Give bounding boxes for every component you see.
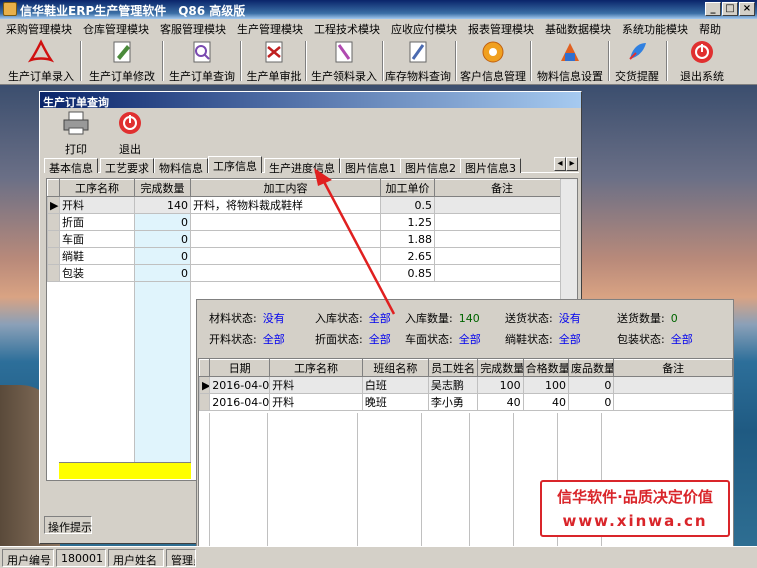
toolbar-inventory-query[interactable]: 库存物料查询	[385, 39, 451, 83]
col-unit-price[interactable]: 加工单价	[380, 179, 435, 197]
minimize-button[interactable]: _	[705, 2, 721, 16]
table-row[interactable]: ▶ 2016-04-02 开料 白班 吴志鹏 100 100 0	[198, 376, 733, 394]
exit-power-icon	[119, 112, 141, 134]
tab-material-info[interactable]: 物料信息	[154, 158, 208, 175]
user-no-value: 180001	[56, 549, 106, 567]
status-warehouse-in: 入库状态: 全部	[315, 312, 391, 325]
user-name-value: 管理员	[166, 549, 196, 567]
table-row[interactable]: 包装 0 0.85	[47, 264, 570, 282]
qty-column-filler	[135, 282, 191, 462]
row-indicator-header	[47, 179, 60, 197]
toolbar-order-entry[interactable]: 生产订单录入	[6, 39, 76, 83]
col-process-name[interactable]: 工序名称	[269, 359, 363, 377]
edit-document-icon	[113, 41, 131, 63]
table-row[interactable]: 车面 0 1.88	[47, 230, 570, 248]
title-bar: 信华鞋业ERP生产管理软件 Q86 高级版 _ □ ×	[0, 0, 757, 19]
tab-basic-info[interactable]: 基本信息	[44, 158, 98, 175]
col-completed-qty[interactable]: 完成数量	[477, 359, 524, 377]
menu-purchase[interactable]: 采购管理模块	[0, 19, 77, 37]
menu-system[interactable]: 系统功能模块	[616, 19, 693, 37]
status-delivery: 送货状态: 没有	[505, 312, 581, 325]
menu-bar: 采购管理模块 仓库管理模块 客服管理模块 生产管理模块 工程技术模块 应收应付模块 报表管理…	[0, 19, 757, 37]
material-settings-icon	[561, 43, 579, 61]
menu-warehouse[interactable]: 仓库管理模块	[77, 19, 154, 37]
status-folding: 折面状态: 全部	[315, 333, 391, 346]
status-cutting: 开料状态: 全部	[209, 333, 285, 346]
toolbar-material-settings[interactable]: 物料信息设置	[535, 39, 605, 83]
menu-help[interactable]: 帮助	[693, 19, 726, 37]
tab-strip: 基本信息 工艺要求 物料信息 工序信息 生产进度信息 图片信息1 图片信息2 图…	[44, 156, 579, 175]
watermark-slogan: 信华软件·品质决定价值	[557, 488, 713, 506]
window-title: 生产订单查询	[40, 92, 581, 109]
menu-base-data[interactable]: 基础数据模块	[539, 19, 616, 37]
col-completed-qty[interactable]: 完成数量	[134, 179, 191, 197]
approve-document-icon	[265, 41, 283, 63]
toolbar-exit-system[interactable]: 退出系统	[672, 39, 732, 83]
print-button[interactable]: 打印	[56, 110, 96, 156]
toolbar-material-requisition[interactable]: 生产领料录入	[308, 39, 380, 83]
summary-row	[59, 462, 191, 479]
col-employee-name[interactable]: 员工姓名	[427, 359, 479, 377]
main-toolbar: 生产订单录入 生产订单修改 生产订单查询 生产单审批 生产领料录入 库存物料查询…	[0, 37, 757, 85]
status-lasting: 绱鞋状态: 全部	[505, 333, 581, 346]
status-bar: 用户编号 180001 用户姓名 管理员	[0, 546, 757, 568]
maximize-button[interactable]: □	[722, 2, 738, 16]
brand-watermark: 信华软件·品质决定价值 www.xinwa.cn	[540, 480, 730, 537]
inventory-query-icon	[409, 41, 426, 63]
col-qualified-qty[interactable]: 合格数量	[522, 359, 570, 377]
status-packing: 包装状态: 全部	[617, 333, 693, 346]
col-processing-content[interactable]: 加工内容	[190, 179, 381, 197]
col-process-name[interactable]: 工序名称	[59, 179, 135, 197]
toolbar-order-approval[interactable]: 生产单审批	[244, 39, 304, 83]
watermark-url: www.xinwa.cn	[562, 512, 708, 530]
menu-reports[interactable]: 报表管理模块	[462, 19, 539, 37]
material-requisition-icon	[335, 41, 353, 63]
status-delivery-qty: 送货数量: 0	[617, 312, 678, 325]
status-material: 材料状态: 没有	[209, 312, 285, 325]
status-warehouse-in-qty: 入库数量: 140	[405, 312, 480, 325]
table-row[interactable]: 绱鞋 0 2.65	[47, 247, 570, 265]
operation-hint: 操作提示	[44, 516, 92, 534]
user-no-label: 用户编号	[2, 549, 54, 567]
tab-picture-2[interactable]: 图片信息2	[400, 158, 461, 175]
tab-process-info[interactable]: 工序信息	[208, 156, 262, 173]
tab-picture-1[interactable]: 图片信息1	[340, 158, 401, 175]
tab-scroll-right[interactable]: ▸	[566, 157, 578, 171]
col-remarks[interactable]: 备注	[613, 359, 733, 377]
delivery-reminder-icon	[629, 43, 646, 60]
exit-button[interactable]: 退出	[110, 110, 150, 156]
toolbar-customer-management[interactable]: 客户信息管理	[460, 39, 526, 83]
tab-process-requirements[interactable]: 工艺要求	[100, 158, 154, 175]
search-document-icon	[193, 41, 211, 63]
printer-icon	[63, 111, 89, 135]
user-name-label: 用户姓名	[108, 549, 164, 567]
tab-scroll-left[interactable]: ◂	[554, 157, 566, 171]
menu-engineering[interactable]: 工程技术模块	[308, 19, 385, 37]
menu-production[interactable]: 生产管理模块	[231, 19, 308, 37]
app-icon	[3, 2, 17, 16]
status-stitching: 车面状态: 全部	[405, 333, 481, 346]
exit-power-icon	[691, 41, 713, 63]
row-pointer: ▶	[47, 196, 60, 214]
customer-gear-icon	[482, 41, 504, 63]
app-title: 信华鞋业ERP生产管理软件 Q86 高级版	[20, 4, 246, 18]
row-pointer: ▶	[198, 376, 211, 394]
table-row[interactable]: ▶ 开料 140 开料，将物料裁成鞋样 0.5	[47, 196, 570, 214]
table-row[interactable]: 2016-04-02 开料 晚班 李小勇 40 40 0	[198, 393, 733, 411]
col-team-name[interactable]: 班组名称	[361, 359, 429, 377]
menu-customer-service[interactable]: 客服管理模块	[154, 19, 231, 37]
col-scrap-qty[interactable]: 废品数量	[568, 359, 615, 377]
toolbar-order-query[interactable]: 生产订单查询	[166, 39, 238, 83]
col-date[interactable]: 日期	[209, 359, 271, 377]
pdf-document-icon	[28, 39, 54, 63]
toolbar-order-edit[interactable]: 生产订单修改	[86, 39, 158, 83]
tab-progress-info[interactable]: 生产进度信息	[264, 158, 340, 175]
table-row[interactable]: 折面 0 1.25	[47, 213, 570, 231]
menu-receivable-payable[interactable]: 应收应付模块	[385, 19, 462, 37]
tab-picture-3[interactable]: 图片信息3	[460, 158, 521, 175]
close-button[interactable]: ×	[739, 2, 755, 16]
toolbar-delivery-reminder[interactable]: 交货提醒	[612, 39, 662, 83]
column-filler	[59, 282, 135, 462]
col-remarks[interactable]: 备注	[434, 179, 570, 197]
